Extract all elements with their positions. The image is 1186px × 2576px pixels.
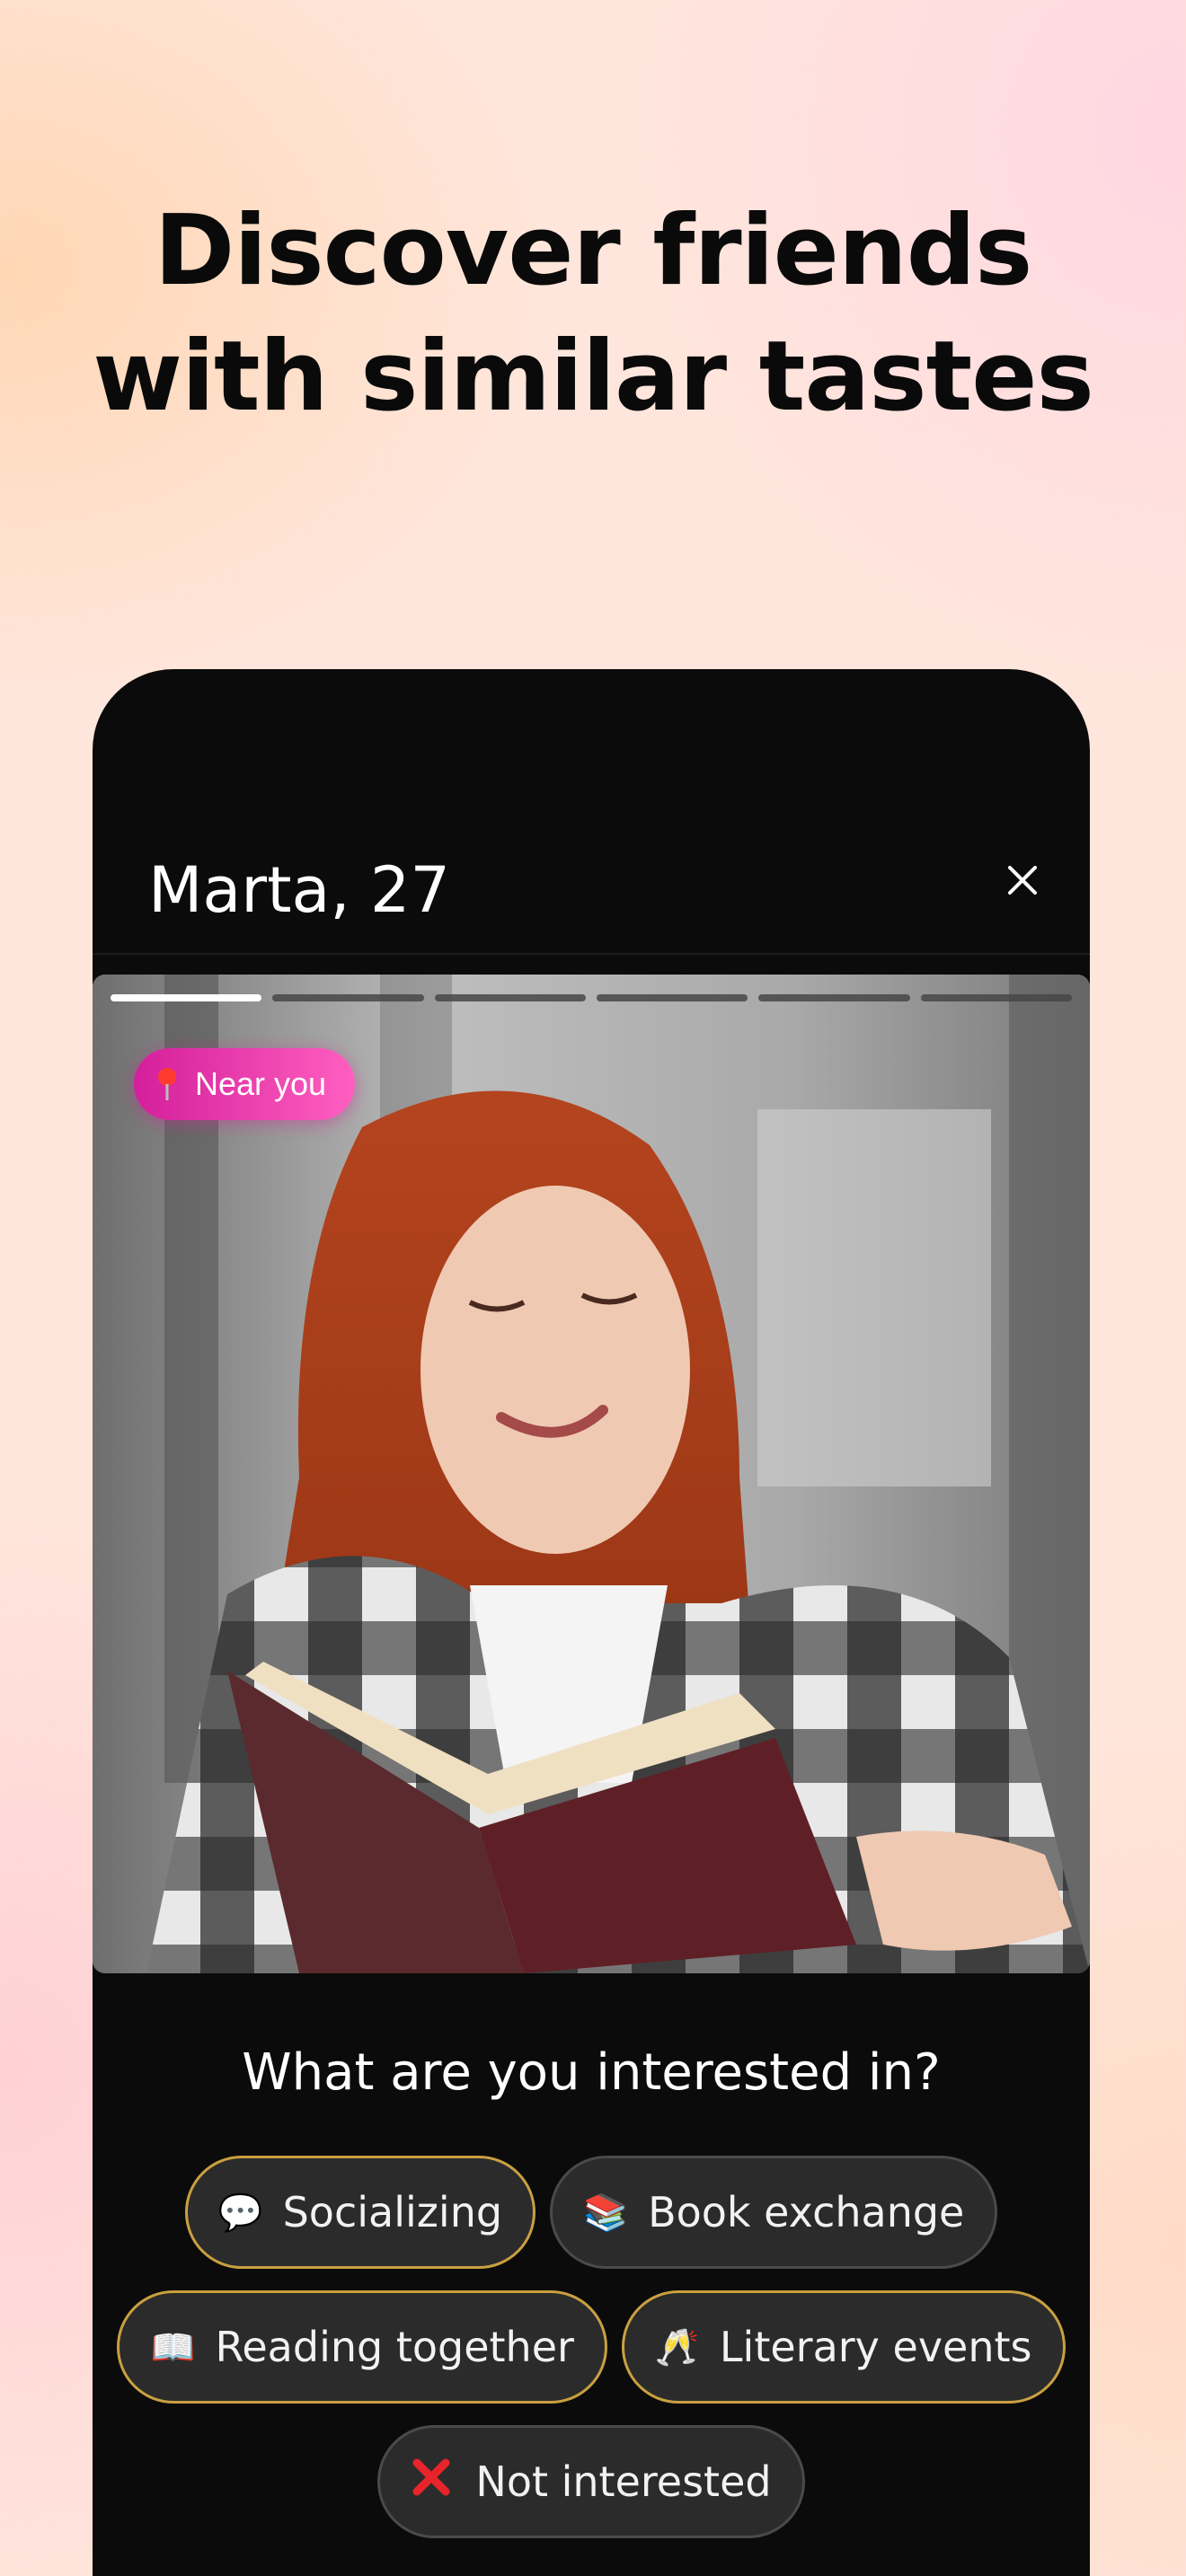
progress-segment — [758, 994, 910, 1001]
near-you-badge: Near you — [134, 1048, 356, 1120]
chip-book-exchange[interactable]: 📚 Book exchange — [550, 2156, 998, 2269]
chips-row-3: Not interested — [93, 2425, 1090, 2538]
headline-line-2: with similar tastes — [93, 321, 1093, 433]
close-button[interactable] — [991, 849, 1054, 912]
speech-bubble-icon: 💬 — [217, 2192, 263, 2234]
chip-label: Literary events — [719, 2323, 1032, 2371]
chip-label: Reading together — [215, 2323, 574, 2371]
profile-card: Marta, 27 Near you What are you interest… — [93, 669, 1090, 2576]
near-you-label: Near you — [195, 1065, 327, 1102]
chip-socializing[interactable]: 💬 Socializing — [184, 2156, 536, 2269]
headline-line-1: Discover friends — [154, 195, 1033, 307]
chip-label: Socializing — [282, 2188, 503, 2236]
champagne-icon: 🥂 — [654, 2326, 700, 2369]
progress-segment — [920, 994, 1072, 1001]
chip-label: Not interested — [475, 2457, 772, 2506]
close-icon — [1008, 866, 1037, 895]
books-icon: 📚 — [583, 2192, 628, 2234]
chip-not-interested[interactable]: Not interested — [377, 2425, 805, 2538]
headline: Discover friends with similar tastes — [0, 189, 1186, 440]
header-divider — [93, 953, 1090, 955]
chip-label: Book exchange — [648, 2188, 965, 2236]
progress-segment — [111, 994, 262, 1001]
progress-segment — [434, 994, 586, 1001]
chips-row-2: 📖 Reading together 🥂 Literary events — [93, 2290, 1090, 2404]
chip-literary-events[interactable]: 🥂 Literary events — [621, 2290, 1066, 2404]
progress-segment — [272, 994, 424, 1001]
photo-progress — [111, 994, 1072, 1001]
chip-reading-together[interactable]: 📖 Reading together — [117, 2290, 607, 2404]
interests-question: What are you interested in? — [242, 2043, 941, 2102]
profile-name: Marta, 27 — [148, 853, 450, 927]
open-book-icon: 📖 — [150, 2326, 196, 2369]
chips-row-1: 💬 Socializing 📚 Book exchange — [93, 2156, 1090, 2269]
profile-photo[interactable]: Near you — [93, 975, 1090, 1973]
pin-icon — [158, 1068, 176, 1100]
photo-illustration — [93, 975, 1090, 1973]
progress-segment — [596, 994, 748, 1001]
red-x-icon — [411, 2457, 452, 2506]
